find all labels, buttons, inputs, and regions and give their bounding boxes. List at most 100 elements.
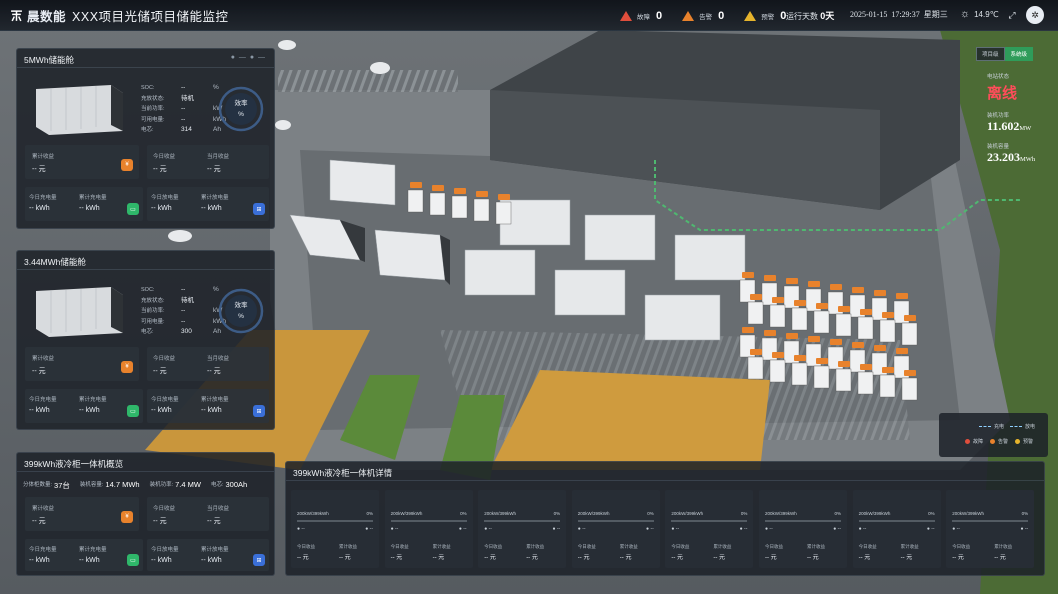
legend-charge: 充电 [994,424,1005,430]
panel-344mwh-cabin: 3.44MWh储能舱 SOC: --% 充放状态: 待机 当前功率: -- kW 可用电… [16,250,275,430]
unit-today-income-label: 今日收益 [390,544,409,549]
unit-spec: 200kW/399kWh [484,511,516,516]
metric-value: -- [181,84,186,91]
metric-label: 当前功率: [141,308,165,314]
stat-card-charge: 今日充电量 -- kWh 累计充电量 -- kWh ▭ [25,539,143,571]
stat-value: -- kWh [79,205,100,212]
stat-card-total-income: 累计收益 -- 元 ¥ [25,347,139,381]
detail-card[interactable]: 200kW/399kWh 0% ● -- ● -- 今日收益 累计收益 -- 元 -- 元 [291,490,379,568]
unit-soc-percent: 0% [1021,511,1029,516]
unit-spec: 200kW/399kWh [297,511,329,516]
panel-liquid-cabinet-overview: 399kWh液冷柜一体机概览 分体柜数量: 37台 装机容量: 14.7 MWh… [16,452,275,576]
detail-card[interactable]: 200kW/399kWh 0% ● -- ● -- 今日收益 累计收益 -- 元 -- 元 [946,490,1035,568]
unit-soc-bar [671,520,748,522]
status-tag [838,306,850,312]
alert-fault[interactable]: 故障 0 [620,10,662,22]
status-tag [794,300,806,306]
alert-warning[interactable]: 告警 0 [682,10,724,22]
alert-prewarning[interactable]: 预警 0 [744,10,786,22]
warning-triangle-icon [620,10,632,21]
unit-total-income-label: 累计收益 [339,544,357,549]
stat-label: 当月收益 [207,506,230,512]
alert-summary: 故障 0 告警 0 预警 0 [620,0,806,31]
stat-card-income: 今日收益 -- 元 当月收益 -- 元 [147,497,269,531]
installed-capacity-unit: MWh [1020,156,1036,163]
installed-power-value: 11.602 [987,119,1020,133]
unit-soc-percent: 0% [460,511,467,516]
stat-card-charge: 今日充电量 -- kWh 累计充电量 -- kWh ▭ [25,187,143,221]
fullscreen-icon[interactable]: ⤢ [1003,6,1021,24]
tab-project-level[interactable]: 项目级 [976,47,1005,61]
datetime: 2025-01-15 17:29:37 星期三 [850,9,948,20]
stat-card-income: 今日收益 -- 元 当月收益 -- 元 [147,145,269,179]
time-text: 17:29:37 [891,10,920,19]
stat-value: -- 元 [207,518,221,525]
tab-system-level[interactable]: 系统级 [1004,47,1034,61]
sun-icon: ☼ [960,8,971,20]
unit-status-left: ● -- [858,526,867,532]
unit-spec: 200kW/399kWh [858,511,891,516]
unit-soc-bar [577,520,654,522]
stat-value: -- kWh [201,407,222,414]
coin-icon: ¥ [121,159,133,171]
detail-card[interactable]: 200kW/399kWh 0% ● -- ● -- 今日收益 累计收益 -- 元 -- 元 [571,490,660,568]
settings-icon[interactable]: ✲ [1026,6,1044,24]
status-tag [830,284,842,290]
detail-card[interactable]: 200kW/399kWh 0% ● -- ● -- 今日收益 累计收益 -- 元 -- 元 [759,490,847,568]
installed-capacity-value: 23.203 [987,150,1020,164]
unit-status-left: ● -- [765,526,773,532]
weather: ☼ 14.9℃ [960,8,999,20]
unit-status-left: ● -- [390,526,399,532]
metric-value: 314 [181,126,192,133]
unit-spec: 200kW/399kWh [765,511,797,516]
panel-title: 3.44MWh储能舱 [24,257,86,267]
prewarning-dot-icon [1015,439,1021,444]
metric-value: 待机 [181,296,194,304]
alert-label: 告警 [699,13,713,21]
unit-status-left: ● -- [952,526,960,532]
small-cabinet [901,377,918,401]
small-cabinet [429,192,446,216]
small-cabinet [835,313,852,337]
battery-charge-icon: ▭ [127,405,139,417]
status-tag [808,336,820,342]
stat-label: 累计放电量 [201,195,229,201]
detail-card[interactable]: 200kW/399kWh 0% ● -- ● -- 今日收益 累计收益 -- 元 -- 元 [478,490,567,568]
charge-line-icon [979,426,991,427]
metric-label: 充放状态: [141,95,165,102]
metric-value: -- [181,105,186,112]
battery-discharge-icon: ⊞ [253,554,265,566]
stat-label: 今日充电量 [29,547,57,553]
page-title: XXX项目光储项目储能监控 [72,9,229,24]
map-legend: 充电 放电 故障 告警 预警 [939,413,1048,457]
installed-capacity-label: 装机容量 [987,144,1010,150]
detail-card[interactable]: 200kW/399kWh 0% ● -- ● -- 今日收益 累计收益 -- 元 -- 元 [665,490,754,568]
temperature-text: 14.9℃ [974,9,999,19]
small-cabinet [451,195,468,219]
unit-total-income-label: 累计收益 [526,544,545,549]
unit-spec: 200kW/399kWh [577,511,610,516]
stat-card-total-income: 累计收益 -- 元 ¥ [25,145,139,179]
detail-card[interactable]: 200kW/399kWh 0% ● -- ● -- 今日收益 累计收益 -- 元 -- 元 [384,490,473,568]
stat-label: 装机功率: [149,482,174,488]
brand: 晨数能 XXX项目光储项目储能监控 [10,6,229,25]
metric-label: SOC: [141,85,155,91]
stat-label: 今日放电量 [151,195,179,201]
detail-card[interactable]: 200kW/399kWh 0% ● -- ● -- 今日收益 累计收益 -- 元 -- 元 [852,490,941,568]
small-cabinet [791,362,808,386]
panel-title: 5MWh储能舱 [24,55,75,65]
unit-soc-percent: 0% [647,511,654,516]
battery-charge-icon: ▭ [127,203,139,215]
status-tag [882,367,894,373]
stat-label: 今日收益 [153,506,176,512]
stat-value: -- kWh [29,407,50,414]
status-tag [794,355,806,361]
stat-label: 累计充电量 [79,547,107,553]
unit-today-income-value: -- 元 [484,555,496,561]
alert-label: 预警 [761,13,775,21]
unit-status-right: ● -- [552,526,561,532]
unit-soc-bar [297,520,373,522]
small-cabinet [791,307,808,331]
unit-today-income-value: -- 元 [577,555,590,561]
stat-label: 累计收益 [32,154,55,160]
